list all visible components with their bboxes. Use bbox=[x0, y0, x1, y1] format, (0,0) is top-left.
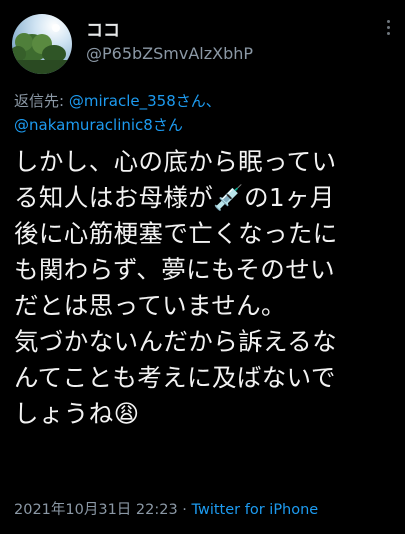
avatar-image bbox=[12, 14, 72, 74]
more-options-button[interactable] bbox=[377, 16, 399, 38]
tweet-text: しかし、心の底から眠ってい る知人はお母様が💉の1ヶ月 後に心筋梗塞で亡くなった… bbox=[14, 144, 399, 432]
tweet-line: 後に心筋梗塞で亡くなったに bbox=[14, 219, 338, 248]
user-handle[interactable]: @P65bZSmvAlzXbhP bbox=[86, 44, 253, 63]
reply-mention-nakamura[interactable]: @nakamuraclinic8さん bbox=[14, 113, 183, 137]
reply-prefix: 返信先: bbox=[14, 92, 69, 110]
tweet-line: んてことも考えに及ばないで bbox=[14, 363, 336, 392]
more-vertical-icon bbox=[386, 19, 390, 23]
tweet-meta: 2021年10月31日 22:23 · Twitter for iPhone bbox=[14, 498, 318, 519]
tweet-line: る知人はお母様が💉の1ヶ月 bbox=[14, 183, 335, 212]
more-icon-dot bbox=[386, 31, 390, 35]
tweet-line: だとは思っていません。 bbox=[14, 291, 286, 320]
timestamp[interactable]: 2021年10月31日 22:23 · bbox=[14, 502, 192, 518]
tweet-line: しかし、心の底から眠ってい bbox=[14, 147, 337, 176]
reply-mention-miracle[interactable]: @miracle_358さん、 bbox=[69, 92, 221, 110]
avatar[interactable] bbox=[12, 14, 72, 74]
tweet-line: しょうね😩 bbox=[14, 399, 140, 428]
reply-to-line: 返信先: @miracle_358さん、 bbox=[14, 89, 221, 113]
display-name[interactable]: ココ bbox=[86, 16, 120, 41]
more-icon-dot bbox=[386, 25, 390, 29]
tweet-line: も関わらず、夢にもそのせい bbox=[14, 255, 336, 284]
tweet-line: 気づかないんだから訴えるな bbox=[14, 327, 337, 356]
source-link[interactable]: Twitter for iPhone bbox=[192, 502, 319, 518]
tweet: ココ @P65bZSmvAlzXbhP 返信先: @miracle_358さん、… bbox=[0, 0, 405, 534]
